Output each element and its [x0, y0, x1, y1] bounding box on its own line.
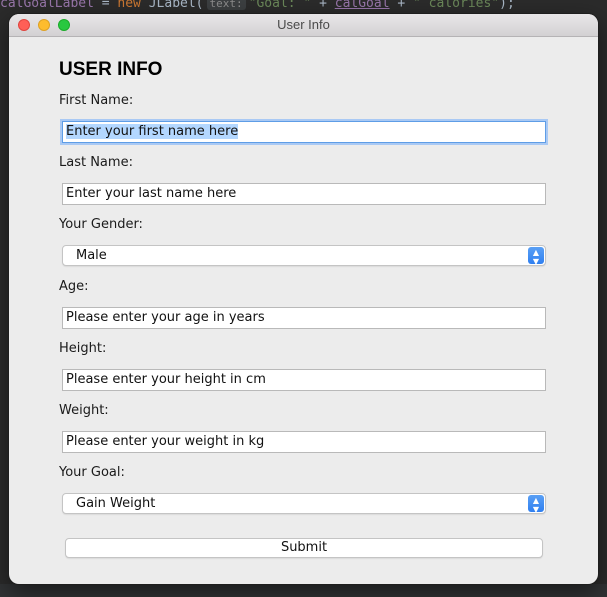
ide-editor-edge [598, 20, 607, 597]
code-string-goal: "Goal: " [248, 0, 312, 11]
code-variable-calgoal: calGoal [334, 0, 390, 11]
code-plus-2: + [389, 0, 414, 11]
goal-select[interactable]: Gain Weight ▲ ▼ [62, 493, 546, 514]
code-variable: calGoalLabel [0, 0, 94, 11]
last-name-field[interactable]: Enter your last name here [62, 183, 546, 205]
code-plus-1: + [311, 0, 335, 11]
goal-label: Your Goal: [59, 465, 125, 480]
ide-bottom-strip [0, 584, 607, 597]
age-label: Age: [59, 279, 89, 294]
first-name-label: First Name: [59, 93, 134, 108]
code-end: ); [499, 0, 515, 11]
title-bar[interactable]: User Info [9, 14, 598, 37]
code-param-hint: text: [206, 0, 246, 10]
weight-label: Weight: [59, 403, 109, 418]
window-title: User Info [277, 17, 330, 32]
gender-label: Your Gender: [59, 217, 143, 232]
code-string-calories: " calories" [413, 0, 500, 11]
height-field[interactable]: Please enter your height in cm [62, 369, 546, 391]
first-name-selected-text: Enter your first name here [66, 124, 239, 139]
gender-selected-value: Male [76, 248, 107, 263]
goal-selected-value: Gain Weight [76, 496, 156, 511]
code-equals: = [93, 0, 118, 11]
chevron-up-down-icon: ▲ ▼ [528, 495, 544, 514]
last-name-label: Last Name: [59, 155, 133, 170]
weight-field[interactable]: Please enter your weight in kg [62, 431, 546, 453]
chevron-up-down-icon: ▲ ▼ [528, 247, 544, 266]
submit-button[interactable]: Submit [65, 538, 543, 558]
first-name-field[interactable]: Enter your first name here [62, 121, 546, 143]
height-label: Height: [59, 341, 107, 356]
code-keyword-new: new [117, 0, 141, 11]
gender-select[interactable]: Male ▲ ▼ [62, 245, 546, 266]
user-info-window: User Info USER INFO First Name: Enter yo… [9, 14, 598, 584]
page-title: USER INFO [59, 59, 163, 80]
age-field[interactable]: Please enter your age in years [62, 307, 546, 329]
code-class: JLabel( [140, 0, 204, 11]
